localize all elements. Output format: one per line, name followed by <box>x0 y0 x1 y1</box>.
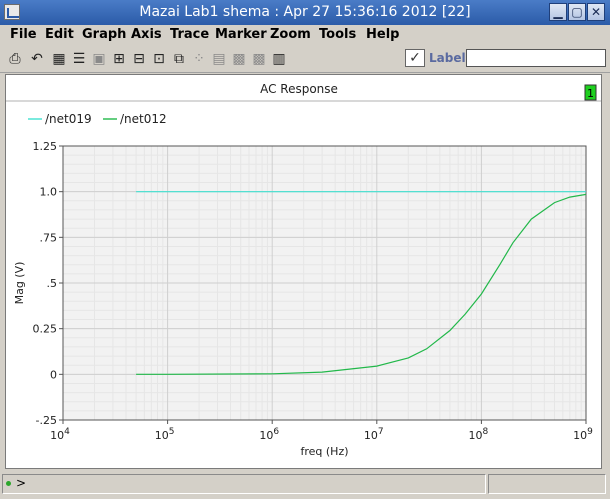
x-axis-ticks: 104 105 106 107 108 109 <box>50 420 593 442</box>
zoom-in-icon[interactable]: ⧉ <box>170 50 188 68</box>
y-tick-label: -.25 <box>36 414 57 427</box>
x-tick-exponent: 5 <box>169 427 175 437</box>
legend: /net019/net012 <box>28 112 167 126</box>
x-tick-exponent: 9 <box>587 427 593 437</box>
window-title: Mazai Lab1 shema : Apr 27 15:36:16 2012 … <box>139 4 471 20</box>
chart-title: AC Response <box>260 82 338 96</box>
menu-zoom[interactable]: Zoom <box>270 27 311 42</box>
y-tick-label: 0.25 <box>33 323 58 336</box>
calculator-icon[interactable]: ▥ <box>270 50 288 68</box>
y-tick-label: 1.25 <box>33 140 58 153</box>
command-field[interactable] <box>2 474 486 494</box>
title-bar[interactable]: Mazai Lab1 shema : Apr 27 15:36:16 2012 … <box>0 0 610 25</box>
x-tick-base: 10 <box>50 429 64 442</box>
label-input[interactable] <box>466 49 606 67</box>
x-tick-label: 109 <box>573 427 593 442</box>
grid-icon[interactable]: ▦ <box>50 50 68 68</box>
status-bar <box>0 472 610 496</box>
y-axis-ticks: -.25 0 0.25 .5 .75 1.0 1.25 <box>33 140 63 427</box>
x-tick-base: 10 <box>573 429 587 442</box>
list-icon[interactable]: ☰ <box>70 50 88 68</box>
y-tick-label: 0 <box>50 368 57 381</box>
x-tick-exponent: 7 <box>378 427 384 437</box>
axis-icon[interactable]: ⊟ <box>130 50 148 68</box>
restore-button[interactable]: ▢ <box>568 3 586 21</box>
subwindow-badge-label: 1 <box>587 87 594 100</box>
x-tick-exponent: 4 <box>64 427 70 437</box>
x-tick-label: 108 <box>469 427 489 442</box>
y-tick-label: 1.0 <box>40 186 58 199</box>
y-tick-label: .5 <box>47 277 58 290</box>
box-icon[interactable]: ▣ <box>90 50 108 68</box>
menu-graph[interactable]: Graph <box>82 27 126 42</box>
legend-label-net012: /net012 <box>120 112 167 126</box>
status-indicator-icon <box>6 481 11 486</box>
x-tick-label: 106 <box>259 427 279 442</box>
ac-response-chart[interactable]: AC Response 1 /net019/net012 -.25 0 0.25 .5… <box>6 75 601 468</box>
hatched-grid-3-icon[interactable]: ▩ <box>250 50 268 68</box>
hatched-grid-2-icon[interactable]: ▩ <box>230 50 248 68</box>
x-axis-label: freq (Hz) <box>300 445 348 458</box>
toolbar-separator <box>0 72 610 73</box>
legend-label-net019: /net019 <box>45 112 92 126</box>
fit-icon[interactable]: ⊞ <box>110 50 128 68</box>
menu-axis[interactable]: Axis <box>131 27 162 42</box>
x-tick-exponent: 6 <box>273 427 279 437</box>
hatched-grid-icon[interactable]: ▤ <box>210 50 228 68</box>
close-button[interactable]: ✕ <box>587 3 605 21</box>
menu-help[interactable]: Help <box>366 27 399 42</box>
x-tick-base: 10 <box>259 429 273 442</box>
x-tick-base: 10 <box>155 429 169 442</box>
strip-icon[interactable]: ⊡ <box>150 50 168 68</box>
x-tick-label: 104 <box>50 427 70 442</box>
menu-file[interactable]: File <box>10 27 37 42</box>
print-icon[interactable]: ⎙ <box>6 50 24 68</box>
label-caption: Label <box>429 51 466 65</box>
y-axis-label: Mag (V) <box>13 262 26 305</box>
y-tick-label: .75 <box>40 231 58 244</box>
menu-tools[interactable]: Tools <box>319 27 356 42</box>
menu-marker[interactable]: Marker <box>215 27 267 42</box>
x-tick-exponent: 8 <box>483 427 489 437</box>
menu-edit[interactable]: Edit <box>45 27 74 42</box>
undo-icon[interactable]: ↶ <box>28 50 46 68</box>
x-tick-label: 105 <box>155 427 175 442</box>
plot-frame: AC Response 1 /net019/net012 -.25 0 0.25 .5… <box>5 74 602 469</box>
menu-trace[interactable]: Trace <box>170 27 209 42</box>
status-field <box>488 474 606 494</box>
x-tick-label: 107 <box>364 427 384 442</box>
dotted-grid-icon[interactable]: ⁘ <box>190 50 208 68</box>
command-prompt: > <box>16 476 27 490</box>
menu-bar: File Edit Graph Axis Trace Marker Zoom T… <box>0 25 610 45</box>
minimize-button[interactable]: ▁ <box>549 3 567 21</box>
label-checkbox[interactable]: ✓ <box>405 49 425 67</box>
x-tick-base: 10 <box>364 429 378 442</box>
x-tick-base: 10 <box>469 429 483 442</box>
